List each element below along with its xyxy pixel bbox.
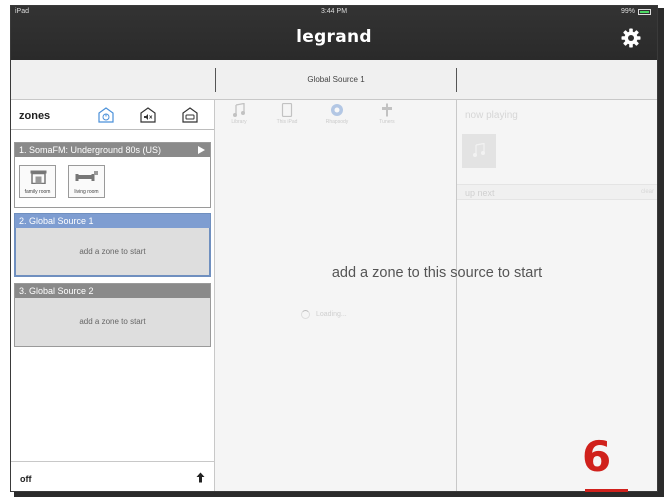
mute-icon[interactable] [139, 107, 157, 123]
empty-source-message: add a zone to this source to start [331, 265, 543, 281]
tab-this-ipad[interactable]: This iPad [265, 103, 309, 125]
tab-divider [456, 68, 457, 92]
zones-footer: off [11, 461, 214, 491]
zone-tile-family-room[interactable]: family room [19, 165, 56, 198]
up-arrow-icon[interactable] [196, 472, 205, 483]
zone-tiles: family room living room [15, 157, 210, 207]
now-playing-title: now playing [465, 110, 518, 121]
source-card[interactable]: 3. Global Source 2 add a zone to start [14, 283, 211, 347]
tab-tuners[interactable]: Tuners [365, 103, 409, 125]
source-title[interactable]: 3. Global Source 2 [15, 284, 210, 298]
rhapsody-icon [331, 104, 343, 116]
gear-icon[interactable] [621, 28, 641, 48]
app-header: iPad 3:44 PM 99% legrand [11, 6, 657, 60]
device-frame: iPad 3:44 PM 99% legrand Global Source 1… [0, 0, 668, 499]
tuner-icon [382, 103, 392, 117]
tab-label: Rhapsody [325, 119, 349, 125]
frame-shadow-right [658, 8, 664, 496]
power-icon[interactable] [97, 107, 115, 123]
sofa-icon [75, 171, 98, 181]
tab-rhapsody[interactable]: Rhapsody [315, 103, 359, 125]
zones-panel: zones 1. SomaFM: Underground 80s (US) fa… [11, 100, 215, 491]
up-next-title: up next [465, 188, 495, 198]
frame-shadow-bottom [14, 492, 664, 497]
source-title-label: 1. SomaFM: Underground 80s (US) [19, 145, 162, 155]
zone-tile-living-room[interactable]: living room [68, 165, 105, 198]
page-number-underline [585, 489, 628, 492]
tab-label: Tuners [379, 119, 395, 125]
tab-active-source[interactable]: Global Source 1 [215, 75, 457, 84]
source-tab-bar: Global Source 1 [11, 60, 657, 100]
music-note-icon [473, 143, 485, 157]
tab-label: This iPad [276, 119, 298, 125]
status-battery: 99% [621, 8, 651, 15]
source-card[interactable]: 2. Global Source 1 add a zone to start [14, 213, 211, 277]
brand-logo: legrand [296, 27, 372, 47]
empty-zone-drop[interactable]: add a zone to start [15, 298, 210, 346]
zones-title: zones [19, 110, 51, 122]
status-time: 3:44 PM [320, 8, 348, 15]
fireplace-icon [30, 170, 47, 184]
app-screen: iPad 3:44 PM 99% legrand Global Source 1… [10, 5, 658, 492]
zones-header: zones [11, 100, 214, 130]
source-title-label: 2. Global Source 1 [19, 216, 94, 226]
source-title[interactable]: 1. SomaFM: Underground 80s (US) [15, 143, 210, 157]
loading-indicator: Loading... [301, 310, 347, 319]
album-art [462, 134, 496, 168]
battery-percent: 99% [620, 8, 635, 15]
clear-queue-button[interactable]: clear [641, 189, 654, 195]
off-button[interactable]: off [20, 474, 32, 484]
battery-icon [638, 8, 651, 15]
queue-panel: now playing up next clear [457, 100, 657, 491]
zone-tile-label: living room [74, 189, 99, 195]
play-icon[interactable] [198, 146, 205, 154]
spinner-icon [301, 310, 310, 319]
zone-tile-label: family room [24, 189, 51, 195]
empty-zone-drop[interactable]: add a zone to start [15, 228, 210, 276]
browse-tabs: Library This iPad Rhapsody Tuners [215, 100, 456, 130]
tab-label: Library [231, 119, 247, 125]
music-note-icon [233, 103, 245, 117]
source-title-label: 3. Global Source 2 [19, 286, 94, 296]
source-title[interactable]: 2. Global Source 1 [15, 214, 210, 228]
source-card[interactable]: 1. SomaFM: Underground 80s (US) family r… [14, 142, 211, 208]
tab-library[interactable]: Library [217, 103, 261, 125]
ipad-icon [281, 103, 293, 117]
browse-panel: Library This iPad Rhapsody Tuners Loadin… [215, 100, 457, 491]
home-icon[interactable] [181, 107, 199, 123]
up-next-bar: up next clear [457, 184, 657, 200]
loading-text: Loading... [316, 311, 347, 318]
page-number: 6 [582, 432, 612, 481]
